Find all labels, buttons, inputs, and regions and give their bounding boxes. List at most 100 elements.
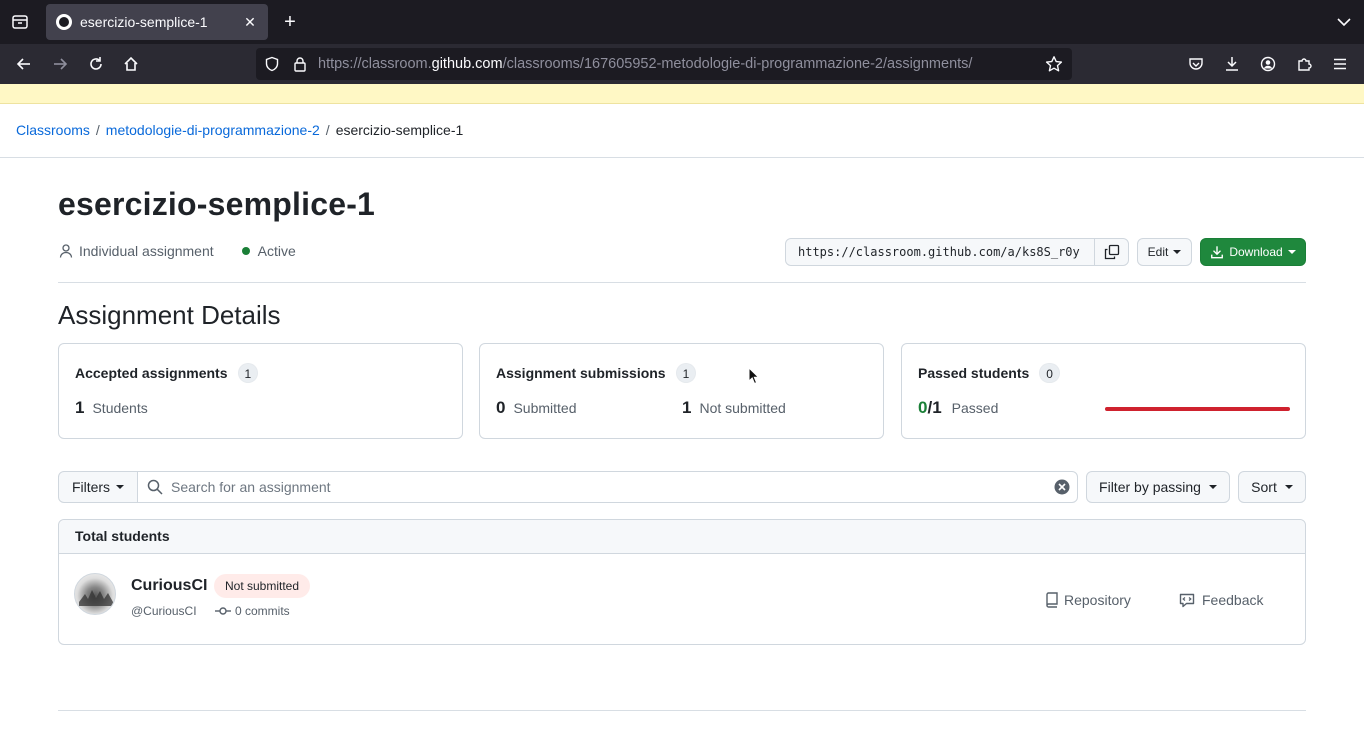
search-box: [137, 471, 1078, 503]
passed-students-card: Passed students 0 0/1 Passed: [901, 343, 1306, 439]
sort-button[interactable]: Sort: [1238, 471, 1306, 503]
counter-badge: 1: [237, 363, 259, 383]
invite-url[interactable]: https://classroom.github.com/a/ks8S_r0y: [786, 239, 1094, 265]
breadcrumb: Classrooms / metodologie-di-programmazio…: [16, 122, 463, 138]
stat-label: Not submitted: [699, 400, 786, 416]
avatar[interactable]: [74, 573, 116, 615]
lock-icon[interactable]: [290, 54, 310, 74]
copy-icon[interactable]: [1094, 239, 1128, 265]
filter-by-passing-button[interactable]: Filter by passing: [1086, 471, 1230, 503]
breadcrumb-current: esercizio-semplice-1: [335, 122, 464, 138]
url-text[interactable]: https://classroom.github.com/classrooms/…: [318, 56, 1034, 72]
breadcrumb-separator: /: [325, 122, 330, 138]
caret-down-icon: [1284, 485, 1293, 489]
status-dot: [241, 247, 250, 255]
notice-banner: [0, 84, 1364, 104]
invite-link-field: https://classroom.github.com/a/ks8S_r0y: [785, 238, 1129, 266]
repo-icon: [1046, 592, 1058, 608]
url-bar[interactable]: https://classroom.github.com/classrooms/…: [256, 48, 1072, 80]
stat-number: 0/1: [918, 398, 942, 418]
filters-button[interactable]: Filters: [58, 471, 138, 503]
feedback-label: Feedback: [1202, 592, 1264, 608]
stat-submitted: 0 Submitted: [496, 398, 577, 418]
caret-down-icon: [1208, 485, 1217, 489]
card-title-text: Accepted assignments: [75, 365, 228, 381]
repository-label: Repository: [1064, 592, 1131, 608]
tab-list-icon[interactable]: [8, 10, 32, 34]
breadcrumb-separator: /: [95, 122, 100, 138]
pocket-icon[interactable]: [1184, 52, 1208, 76]
mouse-cursor-icon: [748, 367, 760, 385]
extensions-icon[interactable]: [1292, 52, 1316, 76]
star-icon[interactable]: [1044, 54, 1064, 74]
caret-down-icon: [1173, 250, 1182, 254]
card-title: Accepted assignments 1: [75, 363, 259, 383]
filters-label: Filters: [71, 479, 111, 495]
student-handle[interactable]: @CuriousCI: [131, 604, 197, 618]
breadcrumb-classrooms[interactable]: Classrooms: [16, 122, 90, 138]
accepted-assignments-card: Accepted assignments 1 1 Students: [58, 343, 463, 439]
breadcrumb-classroom[interactable]: metodologie-di-programmazione-2: [106, 122, 320, 138]
assignment-status: Active: [257, 243, 296, 259]
commit-count: 0 commits: [215, 604, 290, 618]
back-icon[interactable]: [12, 52, 36, 76]
assignment-type: Individual assignment: [79, 243, 214, 259]
stat-label: Passed: [951, 400, 999, 416]
chevron-down-icon[interactable]: [1336, 12, 1352, 32]
page-title: esercizio-semplice-1: [58, 186, 376, 222]
stat-number: 0: [496, 398, 506, 417]
download-icon: [1211, 246, 1224, 259]
divider: [0, 157, 1364, 158]
counter-badge: 0: [1039, 363, 1060, 383]
caret-down-icon: [116, 485, 125, 489]
person-icon: [58, 243, 74, 259]
clear-icon[interactable]: [1054, 479, 1070, 495]
search-input[interactable]: [171, 479, 1054, 495]
search-icon: [147, 479, 163, 495]
passed-total: /1: [927, 398, 942, 417]
repository-link[interactable]: Repository: [1045, 592, 1131, 608]
download-button[interactable]: Download: [1200, 238, 1306, 266]
sort-label: Sort: [1251, 479, 1277, 495]
card-title-text: Assignment submissions: [496, 365, 666, 381]
home-icon[interactable]: [119, 52, 143, 76]
status-badge: Not submitted: [214, 574, 311, 598]
stat-number: 1: [682, 398, 692, 417]
list-header: Total students: [59, 520, 1305, 554]
stat-label: Students: [92, 400, 148, 416]
divider: [58, 710, 1306, 711]
menu-icon[interactable]: [1328, 52, 1352, 76]
assignment-submissions-card: Assignment submissions 1 0 Submitted 1 N…: [479, 343, 884, 439]
filter-by-passing-label: Filter by passing: [1099, 479, 1201, 495]
account-icon[interactable]: [1256, 52, 1280, 76]
edit-button[interactable]: Edit: [1137, 238, 1192, 266]
feedback-link[interactable]: Feedback: [1179, 592, 1263, 608]
stat-number: 1: [75, 398, 85, 417]
stat: 1 Students: [75, 398, 148, 418]
github-favicon-icon: [56, 14, 72, 30]
counter-badge: 1: [675, 363, 697, 383]
forward-icon[interactable]: [48, 52, 72, 76]
close-icon[interactable]: ✕: [242, 14, 258, 31]
shield-icon[interactable]: [262, 54, 282, 74]
commit-icon: [215, 607, 231, 615]
stat-label: Submitted: [513, 400, 577, 416]
browser-tab[interactable]: esercizio-semplice-1 ✕: [46, 4, 268, 40]
reload-icon[interactable]: [84, 52, 108, 76]
students-list: Total students CuriousCI Not submitted @…: [58, 519, 1306, 645]
tab-title: esercizio-semplice-1: [80, 14, 208, 30]
commit-count-text: 0 commits: [235, 604, 290, 618]
divider: [58, 282, 1306, 283]
new-tab-button[interactable]: +: [280, 10, 300, 34]
browser-tab-bar: esercizio-semplice-1 ✕ +: [0, 0, 1364, 44]
pass-progress-bar: [1105, 407, 1290, 411]
browser-nav-bar: https://classroom.github.com/classrooms/…: [0, 44, 1364, 84]
card-title-text: Passed students: [918, 365, 1030, 381]
stat-not-submitted: 1 Not submitted: [682, 398, 786, 418]
student-name[interactable]: CuriousCI: [131, 577, 207, 595]
caret-down-icon: [1287, 250, 1296, 254]
download-button-label: Download: [1229, 245, 1283, 259]
stat-passed: 0/1 Passed: [918, 398, 998, 418]
card-title: Assignment submissions 1: [496, 363, 697, 383]
download-icon[interactable]: [1220, 52, 1244, 76]
